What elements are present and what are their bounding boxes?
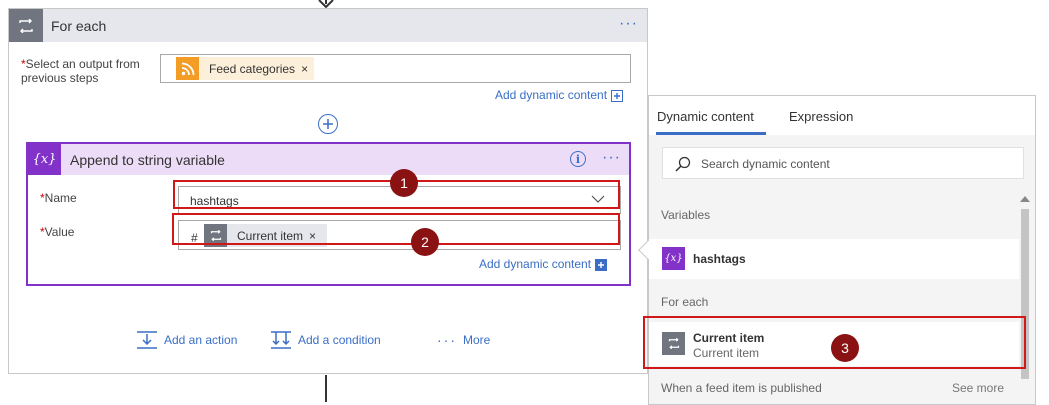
more-dots-icon: ··· (437, 332, 457, 348)
add-dynamic-content-label: Add dynamic content (495, 88, 608, 102)
append-menu-button[interactable]: ··· (602, 149, 621, 167)
add-action-icon (137, 331, 157, 349)
see-more-link[interactable]: See more (952, 381, 1004, 395)
append-variable-header[interactable]: {x} Append to string variable i ··· (28, 144, 629, 175)
tab-expression[interactable]: Expression (789, 109, 853, 124)
add-condition-button[interactable]: Add a condition (270, 330, 381, 350)
add-action-button[interactable]: Add an action (136, 330, 237, 350)
section-for-each: For each (661, 295, 709, 309)
add-dynamic-content-link[interactable]: Add dynamic content (479, 257, 608, 271)
tab-dynamic-content[interactable]: Dynamic content (657, 109, 754, 124)
section-feed-trigger: When a feed item is published (661, 381, 822, 395)
append-variable-title: Append to string variable (70, 152, 225, 168)
more-button[interactable]: ··· More (437, 332, 490, 348)
add-condition-label: Add a condition (298, 333, 381, 347)
bottom-connector-line (325, 375, 327, 402)
step-badge-2: 2 (411, 228, 439, 256)
loop-icon (9, 9, 43, 42)
name-label: *Name (40, 191, 77, 205)
add-condition-icon (271, 331, 291, 349)
add-action-label: Add an action (164, 333, 238, 347)
value-label: *Value (40, 225, 74, 239)
search-dynamic-input[interactable]: Search dynamic content (662, 147, 1024, 179)
select-output-input[interactable]: Feed categories × (160, 54, 631, 83)
search-icon (675, 156, 691, 172)
variable-item-label: hashtags (693, 252, 746, 266)
remove-token-icon[interactable]: × (301, 62, 308, 76)
add-dynamic-content-link[interactable]: Add dynamic content (495, 88, 624, 102)
foreach-title: For each (51, 18, 107, 34)
select-output-label: *Select an output from previous steps (21, 57, 161, 85)
section-variables: Variables (661, 208, 711, 222)
variable-icon: {x} (28, 144, 61, 175)
step-badge-1: 1 (390, 169, 418, 197)
feed-categories-token[interactable]: Feed categories × (176, 57, 314, 80)
variable-item-hashtags[interactable]: {x} hashtags (649, 239, 1019, 279)
dynamic-panel-tabs: Dynamic content Expression (649, 96, 1035, 135)
foreach-menu-button[interactable]: ··· (619, 15, 638, 33)
active-tab-underline (656, 132, 766, 135)
feed-categories-token-label: Feed categories (209, 61, 296, 76)
foreach-header[interactable]: For each ··· (9, 9, 647, 42)
name-label-text: Name (44, 191, 77, 205)
select-output-label-text: Select an output from previous steps (21, 57, 140, 85)
add-dynamic-plus-icon (611, 89, 624, 102)
add-dynamic-plus-icon (595, 258, 608, 271)
more-label: More (463, 333, 491, 347)
scroll-up-arrow-icon[interactable] (1020, 196, 1030, 202)
value-highlight-box (172, 213, 620, 245)
rss-icon (176, 57, 199, 80)
search-placeholder: Search dynamic content (701, 157, 830, 171)
info-icon[interactable]: i (570, 151, 586, 167)
value-label-text: Value (44, 225, 75, 239)
variable-icon: {x} (662, 247, 685, 270)
step-badge-3: 3 (831, 334, 859, 362)
add-dynamic-content-label: Add dynamic content (479, 257, 592, 271)
insert-step-plus-icon[interactable] (318, 114, 338, 134)
